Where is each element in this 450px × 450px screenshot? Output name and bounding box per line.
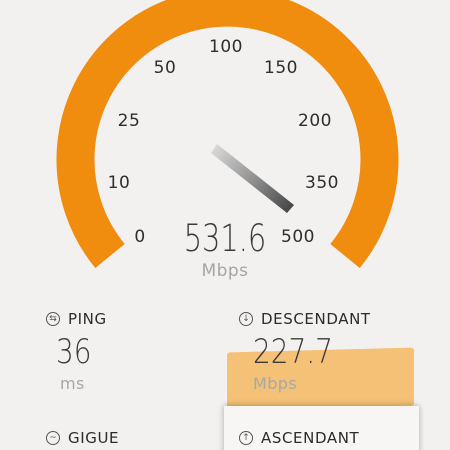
ping-metric: ⇆ PING 36 ms [46, 310, 107, 393]
upload-header: ↑ ASCENDANT [239, 429, 359, 447]
tick-label-50: 50 [154, 58, 177, 78]
tick-label-150: 150 [264, 58, 298, 78]
speed-unit: Mbps [201, 261, 248, 281]
upload-label: ASCENDANT [261, 429, 360, 447]
tick-label-10: 10 [108, 173, 131, 193]
tick-label-500: 500 [281, 227, 315, 247]
jitter-header: ~ GIGUE [46, 429, 119, 447]
tick-label-350: 350 [305, 173, 339, 193]
download-arrow-icon: ↓ [239, 312, 253, 326]
ping-header: ⇆ PING [46, 310, 107, 328]
download-header: ↓ DESCENDANT [239, 310, 371, 328]
speed-value: 531.6 [184, 216, 267, 259]
speed-test-screen: 0 10 25 50 100 150 200 350 500 531.6 Mbp… [0, 0, 450, 450]
download-metric: ↓ DESCENDANT 227.7 Mbps [239, 310, 371, 393]
jitter-icon: ~ [46, 431, 60, 445]
tick-label-25: 25 [118, 111, 141, 131]
ping-icon: ⇆ [46, 312, 60, 326]
tick-label-0: 0 [134, 227, 145, 247]
download-value: 227.7 [253, 332, 333, 372]
tick-label-100: 100 [209, 37, 243, 57]
ping-unit: ms [60, 374, 85, 393]
jitter-metric: ~ GIGUE [46, 429, 119, 447]
speed-gauge: 0 10 25 50 100 150 200 350 500 531.6 Mbp… [56, 0, 399, 281]
download-label: DESCENDANT [261, 310, 371, 328]
tick-label-200: 200 [298, 111, 332, 131]
upload-arrow-icon: ↑ [239, 431, 253, 445]
ping-value: 36 [56, 332, 92, 372]
upload-metric: ↑ ASCENDANT [239, 429, 359, 447]
jitter-label: GIGUE [68, 429, 120, 447]
download-unit: Mbps [253, 374, 298, 393]
gauge-needle [211, 144, 294, 213]
ping-label: PING [68, 310, 107, 328]
